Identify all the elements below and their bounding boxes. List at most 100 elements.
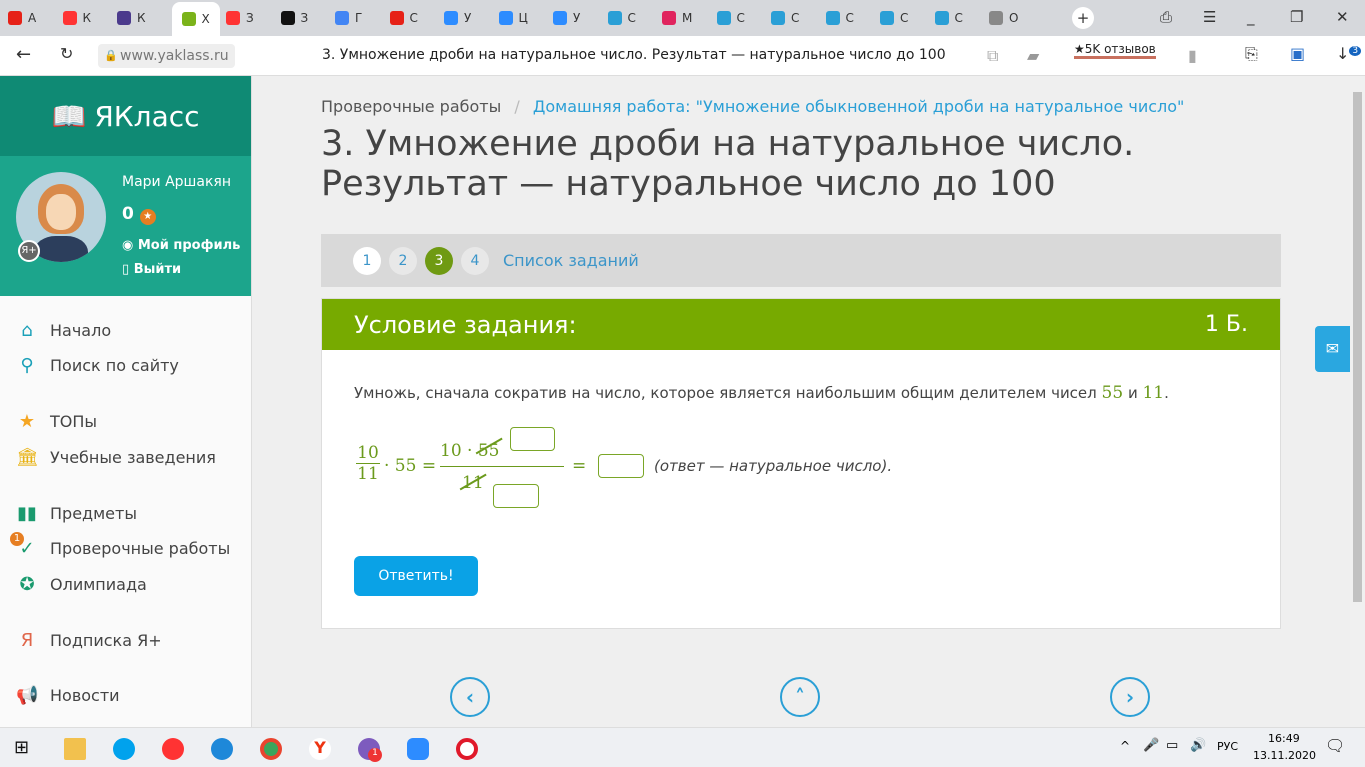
tab-label: З	[300, 11, 309, 25]
page-3[interactable]: 3	[425, 246, 453, 275]
denominator-reduced-input[interactable]	[493, 484, 539, 508]
points: 0 ★	[122, 204, 156, 225]
task-points: 1 Б.	[1204, 312, 1248, 337]
tab-favicon-icon	[771, 11, 785, 25]
breadcrumb-root[interactable]: Проверочные работы	[321, 97, 501, 116]
browser-tab[interactable]: Ц	[498, 6, 528, 30]
language-indicator[interactable]: РУС	[1217, 740, 1238, 753]
comment-icon[interactable]: ▰	[1027, 46, 1039, 65]
profile-panel: Я+ Мари Аршакян 0 ★ ◉ Мой профиль ▯ Выйт…	[0, 156, 251, 296]
sidebar-item-label: Начало	[50, 321, 112, 340]
minimize-button[interactable]: _	[1247, 8, 1255, 26]
viber-icon[interactable]: 1	[358, 738, 382, 762]
windows-start-icon[interactable]: ⊞	[14, 737, 29, 758]
icon-glyph: ⚲	[20, 355, 34, 376]
zoom-icon[interactable]	[407, 738, 429, 760]
edge-icon[interactable]	[211, 738, 233, 760]
breadcrumb-current[interactable]: Домашняя работа: "Умножение обыкновенной…	[533, 97, 1185, 116]
sidebar-item[interactable]: ▮▮ Предметы	[16, 503, 137, 524]
new-tab-button[interactable]: +	[1072, 7, 1094, 29]
scrollbar[interactable]	[1350, 76, 1365, 727]
microphone-icon[interactable]: 🎤	[1143, 738, 1159, 753]
answer-input[interactable]	[598, 454, 644, 478]
next-task-button[interactable]: ›	[1110, 677, 1150, 717]
tab-label: У	[573, 11, 581, 25]
tab-label: У	[464, 11, 472, 25]
equals-sign: =	[572, 456, 587, 476]
browser-tab[interactable]: М	[662, 6, 692, 30]
browser-tab[interactable]: С	[716, 6, 745, 30]
opera-icon[interactable]	[456, 738, 478, 760]
browser-tab[interactable]: А	[8, 6, 36, 30]
tab-favicon-icon	[181, 12, 196, 26]
sidebar-item[interactable]: ⚲ Поиск по сайту	[16, 355, 178, 376]
browser-tab[interactable]: К	[117, 6, 146, 30]
browser-tab[interactable]: О	[989, 6, 1018, 30]
browser-tab[interactable]: К	[62, 6, 91, 30]
downloads-icon[interactable]: ↓ 3	[1336, 44, 1362, 63]
browser-tab[interactable]: С	[880, 6, 908, 30]
file-explorer-icon[interactable]	[64, 738, 86, 760]
task-header: Условие задания: 1 Б.	[322, 299, 1280, 350]
browser-tab[interactable]: С	[607, 6, 636, 30]
browser-tab[interactable]: У	[444, 6, 471, 30]
copy-icon[interactable]: ⧉	[987, 46, 998, 66]
sidebar-item-icon: Я	[16, 630, 38, 651]
my-profile-link[interactable]: ◉ Мой профиль	[122, 238, 240, 253]
notifications-icon[interactable]: 🗨	[1325, 736, 1345, 755]
number-1: 55	[1101, 383, 1124, 403]
browser-tab[interactable]: С	[934, 6, 963, 30]
collections-icon[interactable]: ⎘	[1245, 44, 1258, 64]
page-title: 3. Умножение дроби на натуральное число.…	[321, 124, 1135, 204]
clock-time[interactable]: 16:49	[1268, 732, 1300, 745]
browser-tab[interactable]: З	[280, 6, 309, 30]
submit-answer-button[interactable]: Ответить!	[354, 556, 478, 596]
skype-icon[interactable]	[113, 738, 135, 760]
sidebar-item[interactable]: ✪ Олимпиада	[16, 574, 146, 595]
volume-icon[interactable]: 🔊	[1190, 738, 1206, 753]
numerator-reduced-input[interactable]	[510, 427, 555, 451]
sidebar-item[interactable]: Я Подписка Я+	[16, 630, 162, 651]
page-1[interactable]: 1	[353, 246, 381, 275]
logout-link[interactable]: ▯ Выйти	[122, 262, 181, 277]
sidebar-item[interactable]: ⌂ Начало	[16, 320, 111, 341]
page-4[interactable]: 4	[461, 246, 489, 275]
restore-button[interactable]: ❐	[1290, 8, 1303, 26]
previous-task-button[interactable]: ‹	[450, 677, 490, 717]
sidebar-item-label: Предметы	[50, 504, 137, 523]
browser-tab[interactable]: З	[226, 6, 254, 30]
browser-tab[interactable]: С	[771, 6, 799, 30]
clock-date[interactable]: 13.11.2020	[1253, 749, 1316, 762]
sidebar-item[interactable]: 📢 Новости	[16, 685, 120, 706]
browser-tab[interactable]: С	[389, 6, 418, 30]
page-2[interactable]: 2	[389, 246, 417, 275]
feedback-mail-button[interactable]: ✉	[1315, 326, 1350, 372]
browser-tab[interactable]: Х	[171, 2, 220, 36]
scrollbar-thumb[interactable]	[1353, 92, 1362, 602]
url-field[interactable]: 🔒 www.yaklass.ru	[98, 44, 235, 68]
sidebar-item[interactable]: 🏛 Учебные заведения	[16, 447, 216, 468]
scroll-up-button[interactable]: ˄	[780, 677, 820, 717]
sidebar-item-icon: 📢	[16, 685, 38, 706]
back-icon[interactable]: ←	[16, 44, 31, 65]
browser-tab[interactable]: Г	[335, 6, 362, 30]
answer-hint: (ответ — натуральное число).	[654, 457, 893, 475]
close-button[interactable]: ✕	[1336, 8, 1349, 26]
yandex-icon[interactable]	[162, 738, 184, 760]
menu-icon[interactable]: ☰	[1203, 8, 1216, 26]
bookmarks-icon[interactable]: ⎙	[1160, 8, 1172, 26]
tray-chevron-icon[interactable]: ^	[1120, 739, 1130, 753]
sidebar-item[interactable]: ★ ТОПы	[16, 411, 97, 432]
extension-icon[interactable]: ▣	[1290, 44, 1305, 63]
network-icon[interactable]: ▭	[1166, 738, 1178, 753]
bookmark-icon[interactable]: ▮	[1188, 46, 1197, 65]
task-list-link[interactable]: Список заданий	[503, 251, 639, 270]
chrome-icon[interactable]	[260, 738, 282, 760]
browser-tab[interactable]: С	[825, 6, 854, 30]
yandex-browser-icon[interactable]: Y	[309, 738, 331, 760]
logo[interactable]: 📖 ЯКласс	[0, 76, 251, 156]
reviews-button[interactable]: ★5K отзывов	[1074, 42, 1156, 59]
reload-icon[interactable]: ↻	[60, 44, 73, 63]
browser-tab[interactable]: У	[553, 6, 580, 30]
sidebar-item[interactable]: ✓ 1 Проверочные работы	[10, 532, 230, 559]
